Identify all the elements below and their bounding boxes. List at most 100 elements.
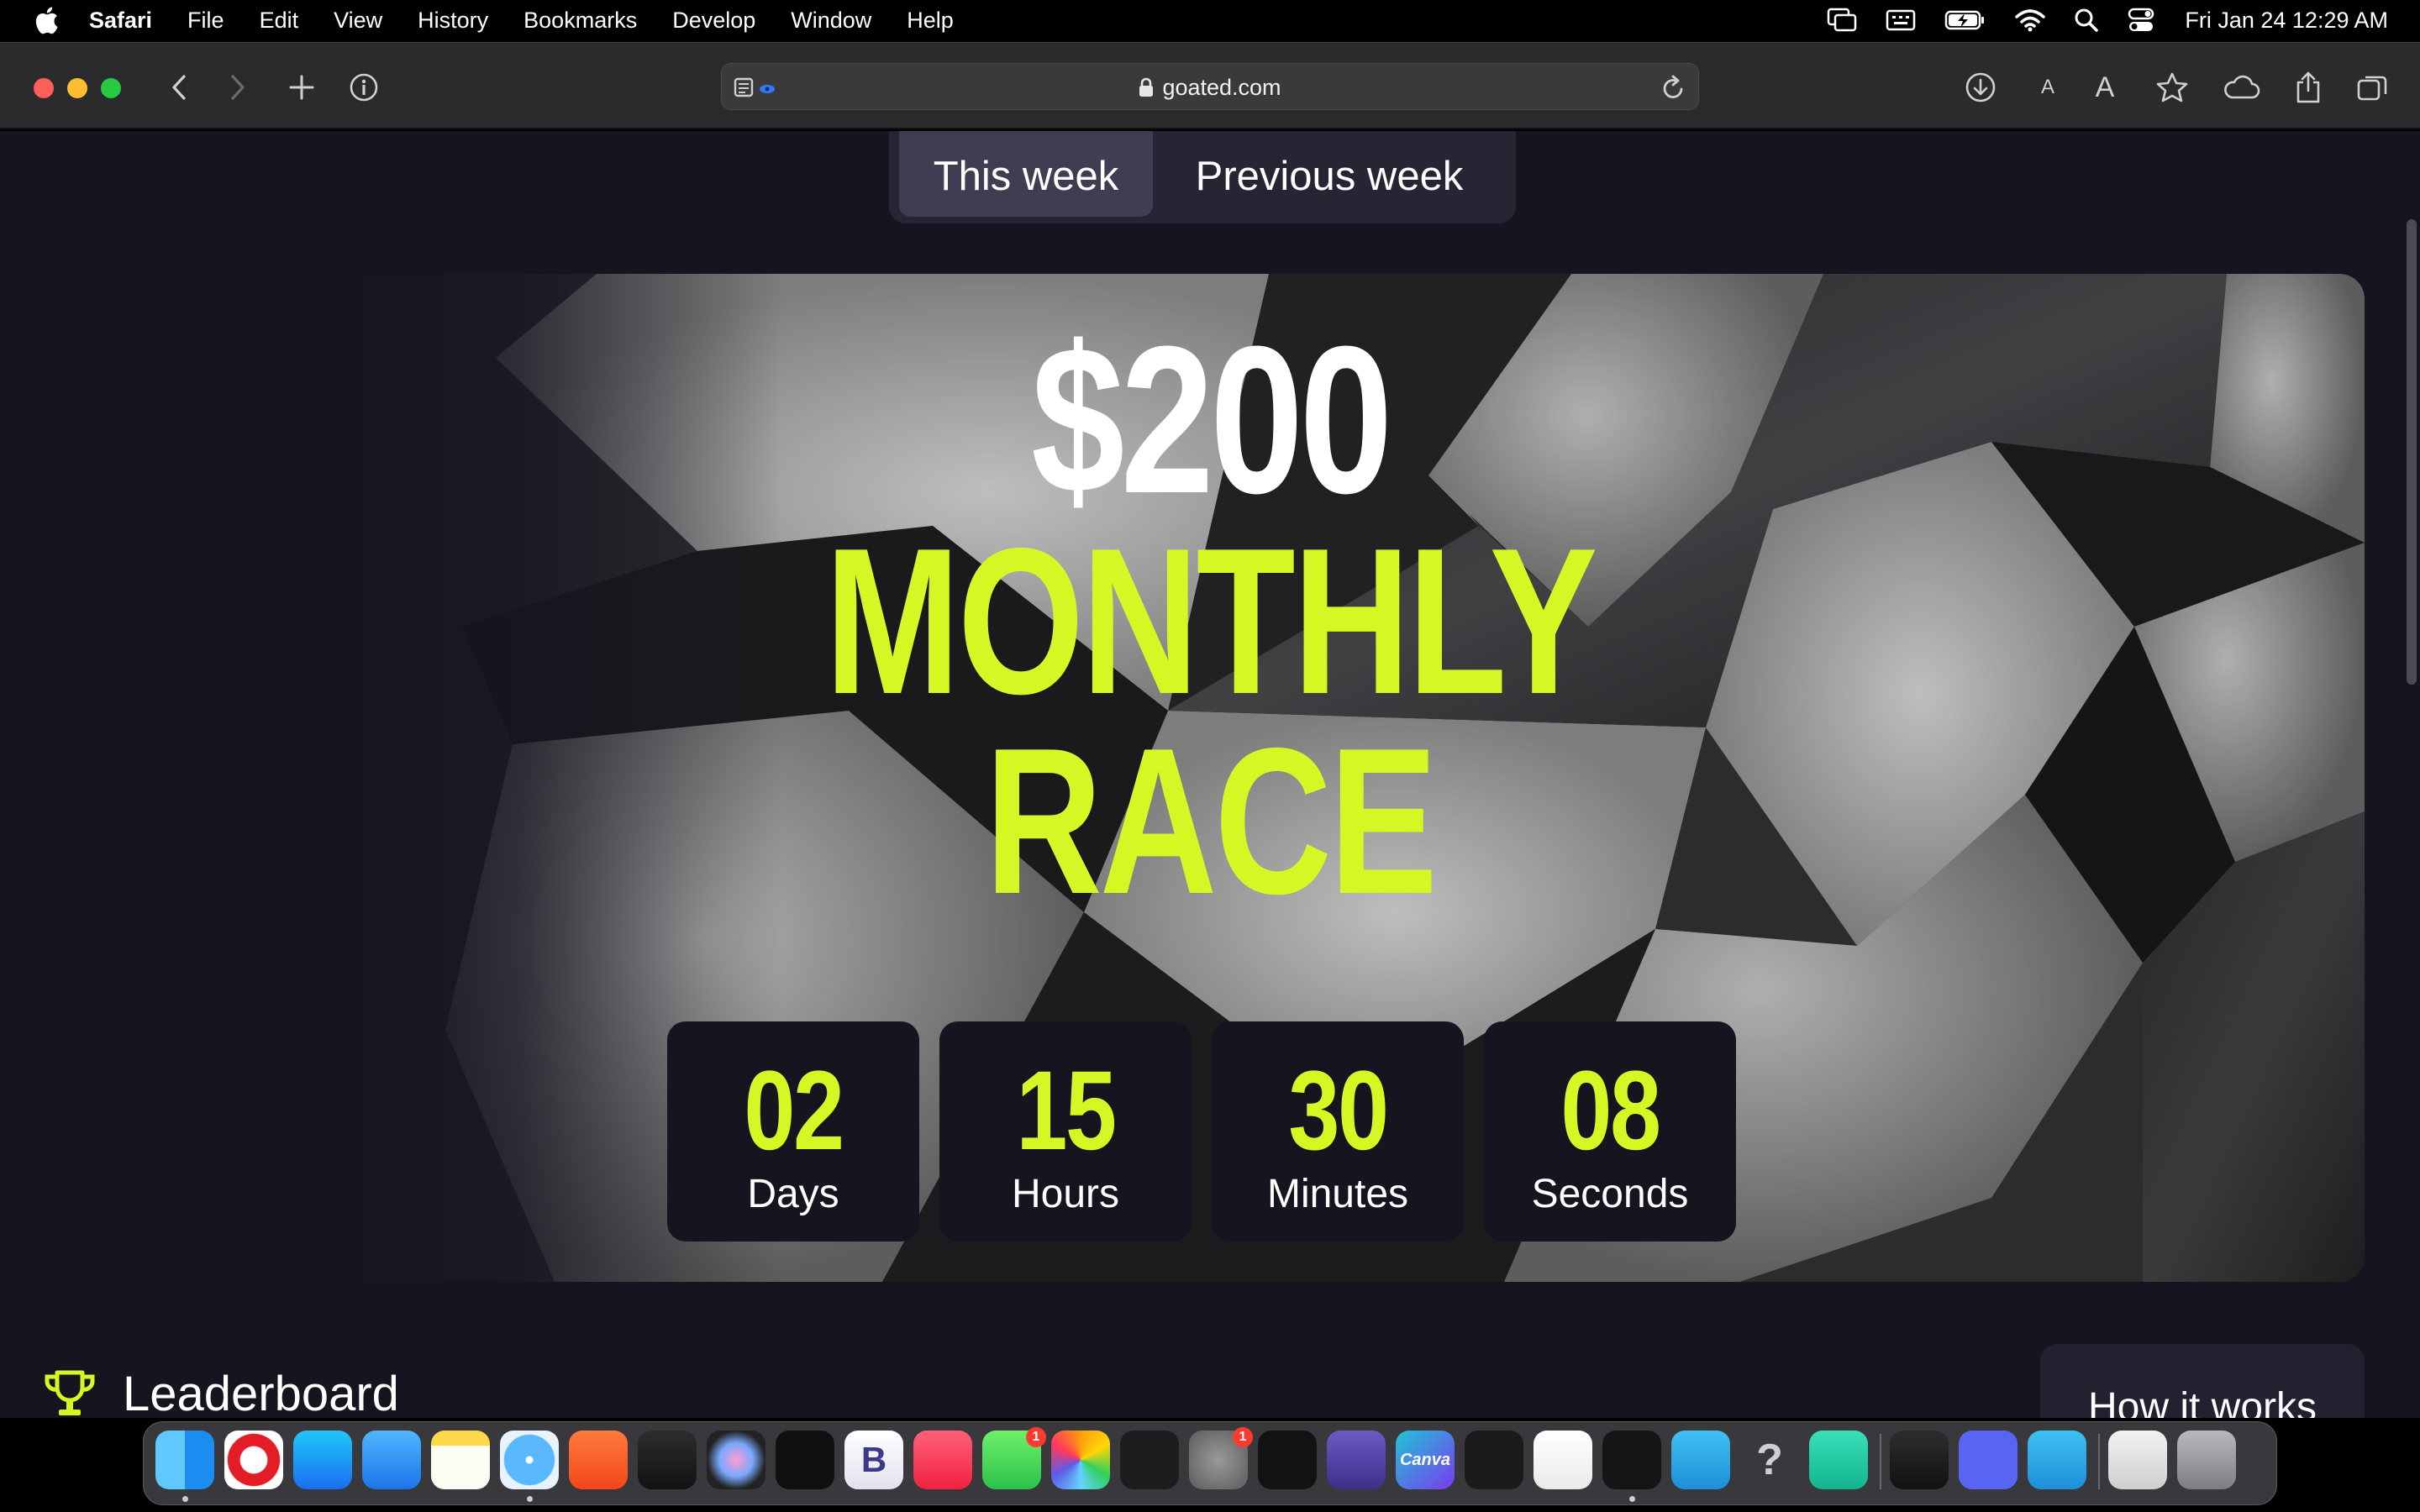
control-center-icon[interactable] [2128, 8, 2154, 33]
page-scrollbar[interactable] [2407, 219, 2417, 685]
menu-bar: Safari File Edit View History Bookmarks … [0, 0, 2420, 40]
back-icon[interactable] [158, 66, 200, 108]
url-text: goated.com [1162, 74, 1281, 100]
terminal-icon[interactable] [1120, 1431, 1179, 1489]
battery-charging-icon[interactable] [1944, 9, 1986, 31]
mail-icon[interactable] [362, 1431, 421, 1489]
countdown-seconds: 08 Seconds [1484, 1021, 1736, 1242]
brave-icon[interactable] [569, 1431, 628, 1489]
menu-bookmarks[interactable]: Bookmarks [523, 8, 637, 34]
b-app-icon[interactable]: B [844, 1431, 903, 1489]
robot-app-icon[interactable] [1809, 1431, 1868, 1489]
help-question-label: ? [1756, 1436, 1783, 1484]
chatgpt-alt-icon[interactable] [1258, 1431, 1317, 1489]
notification-badge: 1 [1026, 1427, 1046, 1447]
canva-label: Canva [1399, 1450, 1451, 1469]
running-indicator [1629, 1496, 1635, 1502]
gameboy-emulator-icon[interactable] [1327, 1431, 1386, 1489]
brackets-editor-icon[interactable] [1534, 1431, 1592, 1489]
telegram-alt-icon[interactable] [2028, 1431, 2086, 1489]
menu-develop[interactable]: Develop [672, 8, 755, 34]
tab-previous-week[interactable]: Previous week [1153, 131, 1506, 217]
countdown-minutes-label: Minutes [1266, 1172, 1409, 1216]
dock-separator [2098, 1434, 2100, 1489]
dotted-sphere-icon[interactable] [707, 1431, 765, 1489]
forward-icon[interactable] [217, 66, 259, 108]
trash-icon[interactable] [2177, 1431, 2236, 1489]
countdown-days-value: 02 [744, 1048, 844, 1173]
how-it-works-button[interactable]: How it works [2040, 1344, 2365, 1418]
countdown-hours-value: 15 [1016, 1048, 1117, 1173]
race-title-line2: RACE [985, 704, 1438, 937]
week-toggle: This week Previous week [889, 131, 1516, 223]
menu-help[interactable]: Help [907, 8, 954, 34]
menu-app-name[interactable]: Safari [89, 8, 152, 34]
notes-icon[interactable] [431, 1431, 490, 1489]
telegram-icon[interactable] [1671, 1431, 1730, 1489]
menu-clock[interactable]: Fri Jan 24 12:29 AM [2185, 8, 2388, 34]
reload-icon[interactable] [1661, 74, 1686, 105]
menu-history[interactable]: History [418, 8, 488, 34]
photos-icon[interactable] [1051, 1431, 1110, 1489]
window-zoom-button[interactable] [101, 78, 121, 98]
canva-icon[interactable]: Canva [1396, 1431, 1455, 1489]
document-stack-icon[interactable] [2108, 1431, 2167, 1489]
menu-window[interactable]: Window [791, 8, 871, 34]
dock-area: B 1 1 Canva? [0, 1418, 2420, 1512]
dock-separator [1880, 1434, 1881, 1489]
discord-icon[interactable] [1959, 1431, 2018, 1489]
app-store-icon[interactable] [293, 1431, 352, 1489]
window-close-button[interactable] [34, 78, 54, 98]
countdown-minutes-value: 30 [1288, 1048, 1389, 1173]
finder-icon[interactable] [155, 1431, 214, 1489]
help-question-icon[interactable]: ? [1740, 1431, 1799, 1489]
icloud-icon[interactable] [2220, 66, 2262, 108]
window-minimize-button[interactable] [67, 78, 87, 98]
tabs-overview-icon[interactable] [2351, 66, 2393, 108]
new-tab-icon[interactable] [281, 66, 323, 108]
bitwarden-icon[interactable] [638, 1431, 697, 1489]
text-larger-icon[interactable]: A [2084, 66, 2126, 108]
opera-icon[interactable] [224, 1431, 283, 1489]
countdown-days-label: Days [747, 1172, 839, 1216]
b-app-label: B [860, 1440, 887, 1479]
screen-mirroring-icon[interactable] [1827, 8, 1857, 33]
system-settings-icon[interactable]: 1 [1189, 1427, 1253, 1489]
bookmark-star-icon[interactable] [2151, 66, 2193, 108]
countdown-hours: 15 Hours [939, 1021, 1192, 1242]
chatgpt-icon[interactable] [776, 1431, 834, 1489]
keyboard-input-icon[interactable] [1886, 8, 1916, 32]
menu-edit[interactable]: Edit [260, 8, 299, 34]
notification-badge: 1 [1233, 1427, 1253, 1447]
countdown-hours-label: Hours [1011, 1172, 1120, 1216]
trophy-icon [42, 1369, 97, 1419]
status-area: Fri Jan 24 12:29 AM [1798, 0, 2388, 40]
menu-view[interactable]: View [334, 8, 382, 34]
leaderboard-heading: Leaderboard [42, 1366, 399, 1418]
running-indicator [527, 1496, 533, 1502]
app-menu: Safari File Edit View History Bookmarks … [89, 8, 989, 34]
activity-monitor-icon[interactable] [1890, 1431, 1949, 1489]
countdown-seconds-label: Seconds [1531, 1172, 1689, 1216]
openai-icon[interactable] [1465, 1431, 1523, 1489]
apple-menu-icon[interactable] [32, 6, 60, 34]
tab-this-week[interactable]: This week [899, 131, 1153, 217]
share-icon[interactable] [2287, 66, 2329, 108]
lock-icon [1139, 77, 1154, 97]
music-icon[interactable] [913, 1431, 972, 1489]
info-icon[interactable] [343, 66, 385, 108]
messages-icon[interactable]: 1 [982, 1427, 1046, 1489]
browser-toolbar: goated.com A A [0, 42, 2420, 129]
blocks-app-icon[interactable] [1602, 1431, 1661, 1489]
menu-file[interactable]: File [187, 8, 224, 34]
countdown-seconds-value: 08 [1560, 1048, 1661, 1173]
address-bar[interactable]: goated.com [721, 63, 1699, 110]
spotlight-search-icon[interactable] [2074, 8, 2099, 33]
web-page: This week Previous week $200 MONTHLY RAC… [0, 131, 2420, 1418]
text-smaller-icon[interactable]: A [2027, 66, 2069, 108]
downloads-icon[interactable] [1960, 66, 2002, 108]
url-display[interactable]: goated.com [722, 64, 1698, 111]
safari-icon[interactable] [500, 1431, 559, 1489]
wifi-icon[interactable] [2015, 8, 2046, 32]
running-indicator [182, 1496, 188, 1502]
